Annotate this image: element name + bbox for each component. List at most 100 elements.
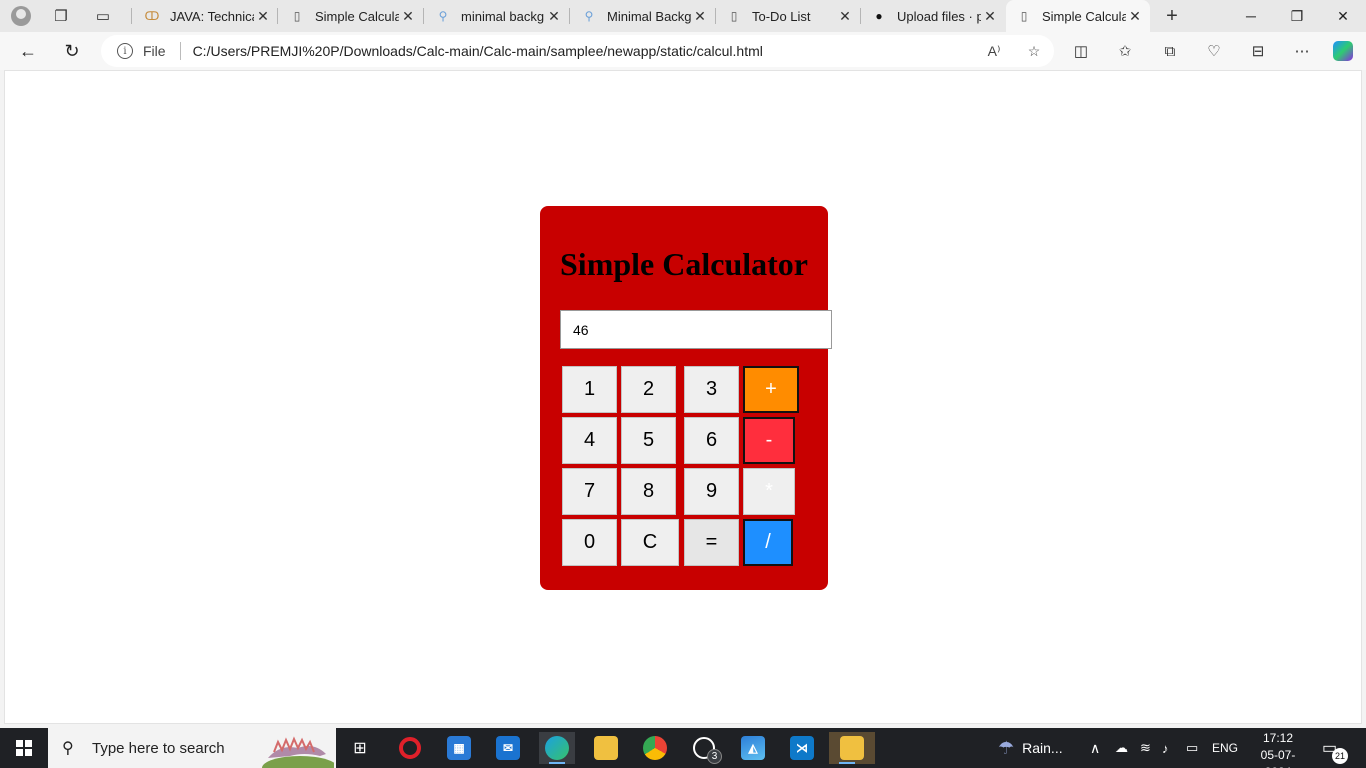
refresh-button[interactable]: ↻: [57, 36, 87, 66]
key-divide[interactable]: /: [743, 519, 793, 566]
microsoft-store-app[interactable]: ▦: [441, 732, 477, 764]
key-8[interactable]: 8: [621, 468, 676, 515]
key-0[interactable]: 0: [562, 519, 617, 566]
taskbar-search[interactable]: ⚲ Type here to search: [48, 728, 336, 768]
refresh-icon: ↻: [64, 40, 80, 61]
clock-time: 17:12: [1262, 731, 1294, 745]
file-explorer-app[interactable]: [588, 732, 624, 764]
favorites-icon[interactable]: ✩: [1110, 36, 1140, 66]
tab-label: Simple Calculat: [315, 8, 399, 24]
close-tab-icon[interactable]: ✕: [836, 8, 854, 25]
tab-label: Minimal Backgr: [607, 8, 691, 24]
show-hidden-icons-button[interactable]: ∧: [1090, 728, 1100, 768]
restore-button[interactable]: ❐: [1274, 0, 1320, 32]
tab-label: minimal backgr: [461, 8, 545, 24]
close-tab-icon[interactable]: ✕: [1126, 8, 1144, 25]
copilot-button[interactable]: [1328, 36, 1358, 66]
key-4[interactable]: 4: [562, 417, 617, 464]
workspaces-button[interactable]: ❐: [40, 0, 82, 32]
browser-essentials-icon[interactable]: ♡: [1199, 36, 1229, 66]
key-add[interactable]: +: [743, 366, 799, 413]
restore-icon: ❐: [1290, 7, 1304, 24]
close-tab-icon[interactable]: ✕: [981, 8, 999, 25]
vscode-app[interactable]: ⋊: [784, 732, 820, 764]
key-5[interactable]: 5: [621, 417, 676, 464]
key-clear[interactable]: C: [621, 519, 679, 566]
calculator-display[interactable]: [560, 310, 832, 349]
tab-minimal-background[interactable]: ⚲ Minimal Backgr ✕: [571, 0, 715, 32]
tab-upload-files[interactable]: ● Upload files · p ✕: [861, 0, 1005, 32]
opera-app[interactable]: [392, 732, 428, 764]
more-menu-icon[interactable]: ⋯: [1287, 36, 1317, 66]
whatsapp-badge: 3: [707, 749, 722, 764]
tab-minimal-background-search[interactable]: ⚲ minimal backgr ✕: [425, 0, 569, 32]
github-icon: ●: [875, 9, 883, 23]
close-tab-icon[interactable]: ✕: [254, 8, 272, 25]
clock-date: 05-07-2024: [1260, 748, 1296, 768]
key-9[interactable]: 9: [684, 468, 739, 515]
back-button[interactable]: ←: [13, 36, 43, 66]
onedrive-icon[interactable]: ☁: [1115, 728, 1128, 768]
collections-icon[interactable]: ⧉: [1155, 36, 1185, 66]
tab-actions-button[interactable]: ▭: [82, 0, 124, 32]
read-aloud-icon[interactable]: A︎⁾: [974, 43, 1014, 60]
split-screen-icon[interactable]: ◫: [1066, 36, 1096, 66]
key-subtract[interactable]: -: [743, 417, 795, 464]
close-window-button[interactable]: ✕: [1320, 0, 1366, 32]
folder-icon: [594, 736, 618, 760]
key-1[interactable]: 1: [562, 366, 617, 413]
site-scheme-label: File: [143, 43, 166, 59]
edge-app[interactable]: [539, 732, 575, 764]
file-explorer-window[interactable]: [829, 732, 875, 764]
weather-text: Rain...: [1022, 740, 1063, 756]
address-bar[interactable]: i File C:/Users/PREMJI%20P/Downloads/Cal…: [101, 35, 1054, 67]
search-icon: ⚲: [584, 9, 594, 23]
notification-center-button[interactable]: ▭ 21: [1322, 728, 1348, 768]
favicon-java-icon: ↀ: [144, 9, 160, 23]
tab-simple-calculator-active[interactable]: ▯ Simple Calculat ✕: [1006, 0, 1150, 32]
whatsapp-app[interactable]: 3: [686, 732, 722, 764]
chrome-app[interactable]: [637, 732, 673, 764]
tab-separator: [423, 8, 424, 24]
key-6[interactable]: 6: [684, 417, 739, 464]
address-url[interactable]: C:/Users/PREMJI%20P/Downloads/Calc-main/…: [193, 43, 974, 59]
minimize-button[interactable]: ─: [1228, 0, 1274, 32]
key-equals[interactable]: =: [684, 519, 739, 566]
wifi-icon[interactable]: ≋: [1140, 728, 1151, 768]
opera-icon: [399, 737, 421, 759]
battery-icon[interactable]: ▭: [1186, 728, 1198, 768]
close-icon: ✕: [1337, 7, 1349, 24]
language-indicator[interactable]: ENG: [1212, 728, 1238, 768]
profile-button[interactable]: [0, 0, 42, 32]
key-7[interactable]: 7: [562, 468, 617, 515]
search-icon: ⚲: [62, 740, 74, 757]
windows-logo-icon: [16, 740, 32, 756]
start-button[interactable]: [0, 728, 48, 768]
tab-todo-list[interactable]: ▯ To-Do List ✕: [716, 0, 860, 32]
close-tab-icon[interactable]: ✕: [399, 8, 417, 25]
new-tab-button[interactable]: +: [1160, 0, 1184, 32]
tab-java-technical[interactable]: ↀ JAVA: Technical ✕: [134, 0, 278, 32]
search-placeholder: Type here to search: [92, 739, 225, 757]
photos-app[interactable]: ◭: [735, 732, 771, 764]
key-multiply[interactable]: *: [743, 468, 795, 515]
profile-icon: [11, 6, 31, 26]
close-tab-icon[interactable]: ✕: [691, 8, 709, 25]
system-clock[interactable]: 17:12 05-07-2024: [1250, 730, 1306, 768]
sidebar-icon[interactable]: ⊟: [1243, 36, 1273, 66]
task-view-button[interactable]: ⊞: [342, 732, 378, 764]
mail-app[interactable]: ✉: [490, 732, 526, 764]
weather-widget[interactable]: ☂ Rain...: [998, 728, 1063, 768]
tab-label: To-Do List: [752, 8, 811, 24]
browser-toolbar: ← ↻ i File C:/Users/PREMJI%20P/Downloads…: [0, 32, 1366, 70]
favorite-star-icon[interactable]: ☆: [1014, 43, 1054, 60]
back-arrow-icon: ←: [19, 40, 37, 61]
close-tab-icon[interactable]: ✕: [545, 8, 563, 25]
key-3[interactable]: 3: [684, 366, 739, 413]
task-view-icon: ⊞: [353, 740, 367, 757]
key-2[interactable]: 2: [621, 366, 676, 413]
info-icon[interactable]: i: [117, 43, 133, 59]
volume-icon[interactable]: ♪: [1162, 728, 1169, 768]
page-icon: ▯: [730, 9, 738, 23]
tab-simple-calculator-1[interactable]: ▯ Simple Calculat ✕: [279, 0, 423, 32]
